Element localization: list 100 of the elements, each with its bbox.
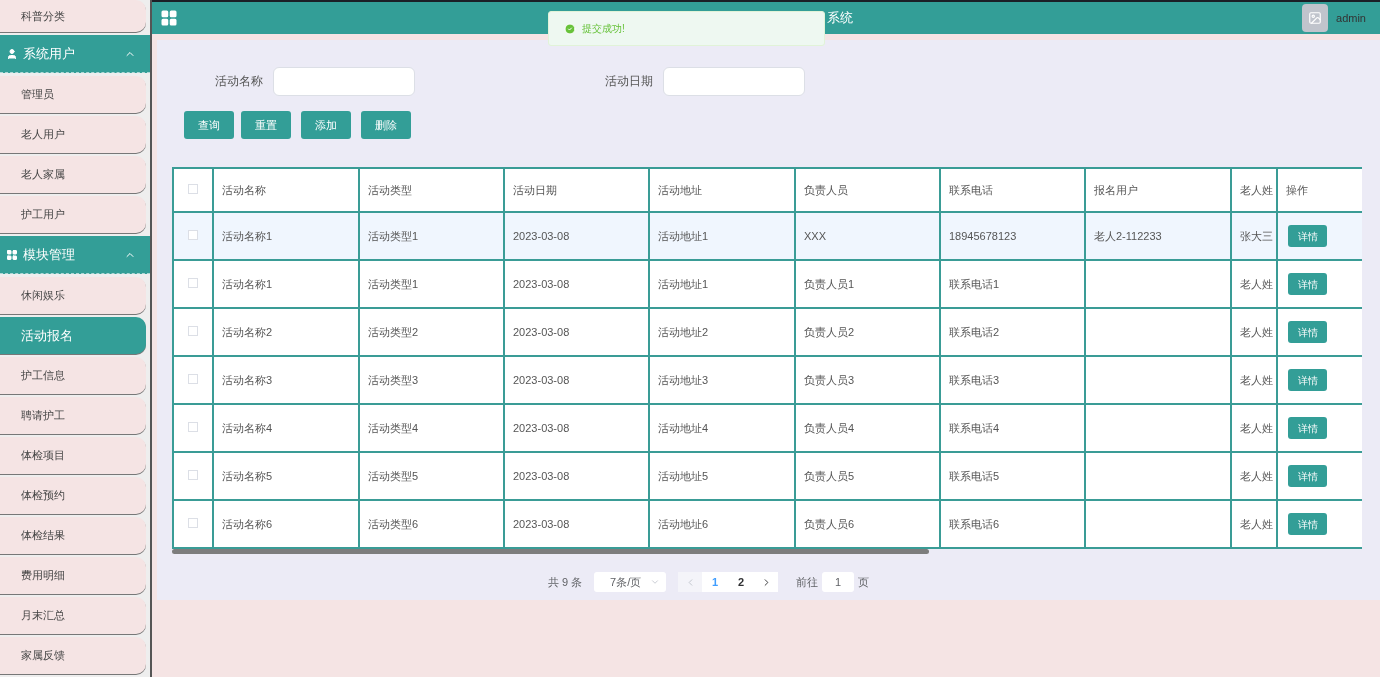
table-cell: 活动名称1 bbox=[222, 229, 273, 242]
table-cell: 活动名称5 bbox=[222, 469, 273, 482]
image-icon bbox=[1308, 11, 1323, 25]
table-cell: 活动地址1 bbox=[658, 229, 709, 242]
table-cell: 负责人员6 bbox=[804, 517, 855, 530]
column-header: 活动名称 bbox=[222, 183, 266, 196]
table-cell: 活动名称1 bbox=[222, 277, 273, 290]
column-header: 活动地址 bbox=[658, 183, 702, 196]
sidebar-item[interactable]: 老人用户 bbox=[0, 116, 146, 153]
table-cell: 活动类型1 bbox=[368, 277, 419, 290]
column-header: 联系电话 bbox=[949, 183, 993, 196]
sidebar-item[interactable]: 月末汇总 bbox=[0, 597, 146, 634]
sidebar-item[interactable]: 护工用户 bbox=[0, 196, 146, 233]
page-size-select[interactable]: 7条/页 bbox=[594, 572, 667, 592]
checkbox[interactable] bbox=[188, 183, 198, 194]
total-count: 共 9 条 bbox=[547, 574, 583, 590]
sidebar-item[interactable]: 老人家属 bbox=[0, 156, 146, 193]
table-cell: 2023-03-08 bbox=[513, 421, 570, 434]
page-input[interactable]: 1 bbox=[822, 572, 855, 592]
check-circle-icon bbox=[564, 22, 576, 35]
table-cell: 2023-03-08 bbox=[513, 277, 570, 290]
table-cell: 老人2-112233 bbox=[1094, 229, 1162, 242]
table-cell: 联系电话1 bbox=[949, 277, 1000, 290]
table-cell: 活动地址5 bbox=[658, 469, 709, 482]
sidebar-item[interactable]: 管理员 bbox=[0, 76, 146, 113]
table-cell: 负责人员1 bbox=[804, 277, 855, 290]
table-cell: 联系电话6 bbox=[949, 517, 1000, 530]
sidebar-item[interactable]: 体检项目 bbox=[0, 437, 146, 474]
table-cell: 老人姓 bbox=[1240, 421, 1273, 434]
column-header: 活动类型 bbox=[368, 183, 412, 196]
table-cell: 负责人员4 bbox=[804, 421, 855, 434]
table-cell: XXX bbox=[804, 229, 826, 242]
table-cell: 老人姓 bbox=[1240, 325, 1273, 338]
table-cell: 活动类型1 bbox=[368, 229, 419, 242]
table-cell: 张大三 bbox=[1240, 229, 1273, 242]
goto-label: 前往 bbox=[796, 574, 819, 590]
table-cell: 活动地址6 bbox=[658, 517, 709, 530]
checkbox[interactable] bbox=[188, 373, 198, 384]
table-cell: 活动地址1 bbox=[658, 277, 709, 290]
table-cell: 活动类型6 bbox=[368, 517, 419, 530]
menu-group-title: 系统用户 bbox=[23, 44, 76, 63]
table-cell: 联系电话3 bbox=[949, 373, 1000, 386]
table-cell: 2023-03-08 bbox=[513, 469, 570, 482]
table-cell: 活动类型2 bbox=[368, 325, 419, 338]
sidebar-item[interactable]: 体检结果 bbox=[0, 517, 146, 554]
column-header: 报名用户 bbox=[1094, 183, 1138, 196]
checkbox[interactable] bbox=[188, 325, 198, 336]
checkbox[interactable] bbox=[188, 277, 198, 288]
column-header: 负责人员 bbox=[804, 183, 848, 196]
checkbox[interactable] bbox=[188, 421, 198, 432]
column-header: 操作 bbox=[1286, 183, 1308, 196]
avatar[interactable] bbox=[1302, 4, 1329, 32]
sidebar-item[interactable]: 护工信息 bbox=[0, 357, 146, 394]
table-cell: 联系电话4 bbox=[949, 421, 1000, 434]
table-cell: 活动地址3 bbox=[658, 373, 709, 386]
field-label: 活动名称 bbox=[215, 73, 263, 90]
username: admin bbox=[1336, 10, 1366, 26]
table-cell: 活动类型5 bbox=[368, 469, 419, 482]
column-header: 老人姓 bbox=[1240, 183, 1273, 196]
table-cell: 联系电话2 bbox=[949, 325, 1000, 338]
table-cell: 2023-03-08 bbox=[513, 229, 570, 242]
table-cell: 负责人员2 bbox=[804, 325, 855, 338]
app-title: 系统 bbox=[827, 9, 853, 28]
chevron-down-icon bbox=[650, 577, 661, 587]
table-cell: 活动地址2 bbox=[658, 325, 709, 338]
table-cell: 18945678123 bbox=[949, 229, 1017, 242]
scrollbar[interactable] bbox=[172, 549, 929, 554]
grid-icon[interactable] bbox=[160, 9, 178, 27]
table-cell: 负责人员5 bbox=[804, 469, 855, 482]
menu-group-title: 模块管理 bbox=[23, 245, 76, 264]
table-cell: 2023-03-08 bbox=[513, 517, 570, 530]
table-cell: 2023-03-08 bbox=[513, 325, 570, 338]
sidebar-item[interactable]: 休闲娱乐 bbox=[0, 277, 146, 314]
grid-icon bbox=[6, 248, 18, 261]
sidebar-item[interactable]: 科普分类 bbox=[0, 0, 146, 32]
table-cell: 老人姓 bbox=[1240, 469, 1273, 482]
input-field[interactable] bbox=[273, 66, 415, 96]
table-cell: 负责人员3 bbox=[804, 373, 855, 386]
sidebar-item[interactable]: 费用明细 bbox=[0, 557, 146, 594]
table-cell: 活动名称4 bbox=[222, 421, 273, 434]
table-cell: 活动名称3 bbox=[222, 373, 273, 386]
table-cell: 老人姓 bbox=[1240, 517, 1273, 530]
checkbox[interactable] bbox=[188, 469, 198, 480]
checkbox[interactable] bbox=[188, 517, 198, 528]
sidebar-item[interactable]: 家属反馈 bbox=[0, 637, 146, 674]
user-icon bbox=[6, 47, 18, 60]
table-cell: 老人姓 bbox=[1240, 277, 1273, 290]
toast-message: 提交成功! bbox=[582, 22, 625, 36]
input-field[interactable] bbox=[663, 66, 805, 96]
sidebar-item[interactable]: 聘请护工 bbox=[0, 397, 146, 434]
next-page-button[interactable] bbox=[754, 572, 779, 592]
table-cell: 活动地址4 bbox=[658, 421, 709, 434]
field-label: 活动日期 bbox=[605, 73, 653, 90]
table-cell: 活动名称6 bbox=[222, 517, 273, 530]
column-header: 活动日期 bbox=[513, 183, 557, 196]
table-cell: 活动类型3 bbox=[368, 373, 419, 386]
page-number[interactable]: 2 bbox=[728, 572, 755, 592]
prev-page-button[interactable] bbox=[678, 572, 703, 592]
sidebar-item[interactable]: 体检预约 bbox=[0, 477, 146, 514]
checkbox[interactable] bbox=[188, 229, 198, 240]
